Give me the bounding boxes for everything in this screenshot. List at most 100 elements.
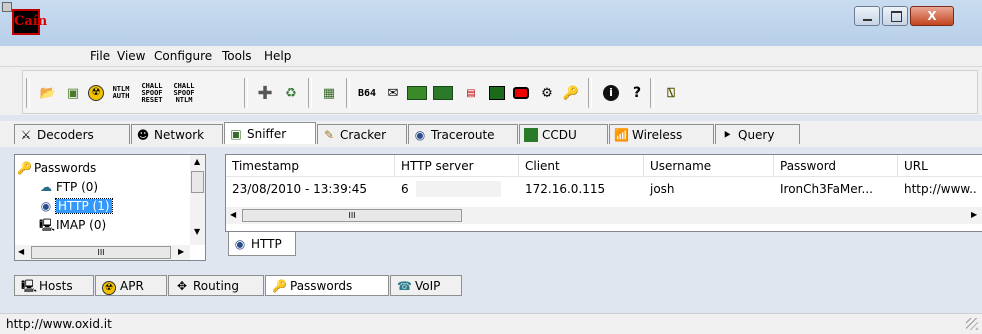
- minimize-button[interactable]: [854, 6, 880, 26]
- lsa-secrets-icon[interactable]: ✉: [382, 82, 404, 104]
- tab-query[interactable]: ⯈ Query: [715, 124, 800, 144]
- tab-decoders[interactable]: ⚔ Decoders: [14, 124, 130, 144]
- table-horizontal-scrollbar[interactable]: ◀ III ▶: [226, 207, 982, 224]
- column-header-client[interactable]: Client: [519, 155, 644, 177]
- tab-sniffer-label: Sniffer: [247, 126, 287, 141]
- cain-logo: Caín: [12, 9, 47, 35]
- access-db-icon[interactable]: [486, 82, 508, 104]
- toolbar-separator: [650, 78, 654, 108]
- tab-voip-label: VoIP: [415, 278, 441, 293]
- tree-vscroll-thumb[interactable]: [191, 171, 204, 193]
- chall-spoof-reset-button[interactable]: CHALL SPOOF RESET: [138, 82, 166, 104]
- scroll-left-icon[interactable]: ◀: [18, 247, 24, 256]
- start-sniffer-icon[interactable]: ▣: [62, 82, 84, 104]
- column-header-username[interactable]: Username: [644, 155, 774, 177]
- wireless-icon: 📶: [614, 127, 629, 142]
- add-icon[interactable]: ✚: [254, 82, 276, 104]
- column-header-timestamp[interactable]: Timestamp: [226, 155, 395, 177]
- cell-username: josh: [650, 182, 675, 196]
- tab-network[interactable]: ☻ Network: [131, 124, 223, 144]
- hash-calculator-icon[interactable]: [406, 82, 428, 104]
- remove-icon[interactable]: ♻: [280, 82, 302, 104]
- toolbar-separator: [588, 78, 592, 108]
- ntlm-auth-button[interactable]: NTLM AUTH: [108, 82, 134, 104]
- ccdu-icon: [524, 127, 538, 142]
- scroll-left-icon[interactable]: ◀: [230, 210, 236, 219]
- tab-sniffer[interactable]: ▣ Sniffer: [224, 122, 316, 144]
- vpn-icon[interactable]: [432, 82, 454, 104]
- tree-hscroll-thumb[interactable]: III: [31, 246, 171, 259]
- ftp-icon: ☁: [40, 180, 52, 194]
- chall-spoof-ntlm-label: CHALL SPOOF NTLM: [173, 81, 195, 104]
- column-header-url[interactable]: URL: [898, 155, 982, 177]
- maximize-icon: [891, 11, 902, 22]
- minimize-icon: [863, 19, 872, 21]
- tab-decoders-label: Decoders: [37, 127, 94, 142]
- apr-poison-icon[interactable]: ☢: [85, 82, 107, 104]
- tab-hosts[interactable]: 🖳 Hosts: [14, 275, 94, 296]
- cain-icon[interactable]: ▦: [318, 82, 340, 104]
- stop-icon[interactable]: [510, 82, 532, 104]
- rdp-icon[interactable]: ▤: [460, 82, 482, 104]
- tree-horizontal-scrollbar[interactable]: ◀ III ▶: [15, 245, 190, 260]
- traceroute-icon: ◉: [414, 127, 426, 142]
- tree-root-passwords[interactable]: 🔑 Passwords: [17, 160, 96, 176]
- tab-wireless[interactable]: 📶 Wireless: [609, 124, 714, 144]
- exit-icon[interactable]: ⍂: [660, 82, 682, 104]
- tab-ccdu[interactable]: CCDU: [519, 124, 608, 144]
- close-button[interactable]: X: [910, 6, 954, 26]
- base64-label: B64: [357, 87, 377, 99]
- cell-client: 172.16.0.115: [525, 182, 606, 196]
- cell-password: IronCh3FaMer...: [780, 182, 873, 196]
- query-icon: ⯈: [722, 127, 732, 142]
- scroll-down-icon[interactable]: ▼: [194, 227, 200, 236]
- tree-item-imap[interactable]: 🖳 IMAP (0): [39, 217, 106, 233]
- tab-wireless-label: Wireless: [632, 127, 683, 142]
- network-icon[interactable]: ⚙: [536, 82, 558, 104]
- apr-icon: ☢: [102, 279, 116, 295]
- tab-hosts-label: Hosts: [39, 278, 73, 293]
- menu-help[interactable]: Help: [264, 49, 291, 63]
- tree-item-label: IMAP (0): [56, 218, 107, 232]
- tab-voip[interactable]: ☎ VoIP: [390, 275, 462, 296]
- scroll-right-icon[interactable]: ▶: [178, 247, 184, 256]
- base64-icon[interactable]: B64: [356, 82, 378, 104]
- tab-traceroute[interactable]: ◉ Traceroute: [408, 124, 518, 144]
- resize-grip-icon[interactable]: [966, 318, 978, 330]
- hosts-icon: 🖳: [21, 278, 38, 293]
- column-header-http-server[interactable]: HTTP server: [395, 155, 519, 177]
- cracker-icon: ✎: [323, 127, 335, 142]
- chall-spoof-ntlm-button[interactable]: CHALL SPOOF NTLM: [170, 82, 198, 104]
- menu-configure[interactable]: Configure: [154, 49, 212, 63]
- column-header-password[interactable]: Password: [774, 155, 898, 177]
- tab-routing[interactable]: ✥ Routing: [168, 275, 264, 296]
- sniffer-icon: ▣: [230, 126, 242, 141]
- maximize-button[interactable]: [882, 6, 908, 26]
- scroll-right-icon[interactable]: ▶: [971, 210, 977, 219]
- tree-item-http[interactable]: ◉ HTTP (1): [39, 198, 113, 214]
- tab-traceroute-label: Traceroute: [431, 127, 495, 142]
- imap-icon: 🖳: [39, 218, 56, 232]
- subtab-http[interactable]: ◉ HTTP: [228, 232, 296, 256]
- help-icon[interactable]: ?: [626, 82, 648, 104]
- menu-tools[interactable]: Tools: [222, 49, 252, 63]
- table-row[interactable]: 23/08/2010 - 13:39:45 6 172.16.0.115 jos…: [226, 179, 982, 199]
- scroll-grip: III: [97, 248, 105, 257]
- http-results-table[interactable]: Timestamp HTTP server Client Username Pa…: [225, 154, 982, 232]
- ntlm-auth-label: NTLM AUTH: [112, 85, 130, 100]
- about-icon[interactable]: i: [600, 82, 622, 104]
- menu-file[interactable]: File: [90, 49, 110, 63]
- open-folder-icon[interactable]: 📂: [37, 82, 59, 104]
- tab-apr[interactable]: ☢ APR: [95, 275, 167, 296]
- tree-item-label: HTTP (1): [55, 198, 113, 214]
- tab-cracker[interactable]: ✎ Cracker: [317, 124, 407, 144]
- tree-item-ftp[interactable]: ☁ FTP (0): [39, 179, 98, 195]
- scroll-up-icon[interactable]: ▲: [194, 157, 200, 166]
- system-menu-icon[interactable]: [2, 2, 12, 12]
- tab-passwords[interactable]: 🔑 Passwords: [265, 275, 389, 296]
- http-subtab-icon: ◉: [234, 236, 246, 251]
- menu-view[interactable]: View: [117, 49, 145, 63]
- tree-vertical-scrollbar[interactable]: ▲ ▼: [190, 155, 205, 245]
- table-hscroll-thumb[interactable]: III: [242, 209, 462, 222]
- key-icon[interactable]: 🔑: [560, 82, 582, 104]
